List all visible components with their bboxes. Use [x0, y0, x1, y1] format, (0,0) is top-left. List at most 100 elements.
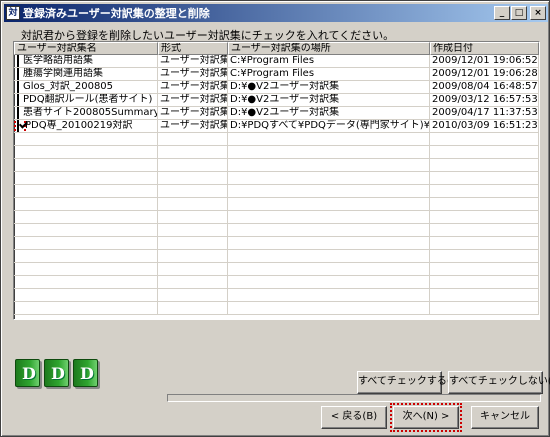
dialog-window: 対 登録済みユーザー対訳集の整理と削除 _ □ × 対訳君から登録を削除したいユ…: [0, 0, 550, 437]
cell-date: [430, 302, 539, 314]
cell-type: [158, 146, 228, 158]
cell-type: [158, 172, 228, 184]
row-checkbox[interactable]: [17, 68, 19, 80]
table-row[interactable]: PDQ翻訳ルール(患者サイト) ユーザー対訳集 D:¥●V2ユーザー対訳集 2009/…: [14, 94, 539, 107]
row-label: 医学略語用語集: [23, 55, 93, 66]
cell-location: [228, 263, 430, 275]
cell-name: 腫瘍学関連用語集: [14, 68, 158, 80]
cell-date: 2009/04/17 11:37:53: [432, 107, 539, 119]
row-checkbox[interactable]: [17, 120, 19, 132]
row-label: 患者サイト200805Summary対訳: [23, 107, 157, 118]
empty-row: [14, 250, 539, 263]
check-all-button[interactable]: すべてチェックする(A): [357, 371, 462, 394]
cell-date: 2010/03/09 16:51:23: [432, 120, 539, 132]
cell-date: [430, 198, 539, 210]
glossary-list[interactable]: ユーザー対訳集名 形式 ユーザー対訳集の場所 作成日付 医学略語用語集 ユーザー対…: [13, 41, 540, 320]
cell-type: [158, 237, 228, 249]
cell-name: [14, 289, 158, 301]
cell-type: [158, 263, 228, 275]
cell-date: 2009/12/01 19:06:28: [432, 68, 539, 80]
cell-location: [228, 289, 430, 301]
row-checkbox[interactable]: [17, 81, 19, 93]
table-row[interactable]: 腫瘍学関連用語集 ユーザー対訳集 C:¥Program Files 2009/12/0…: [14, 68, 539, 81]
maximize-button[interactable]: □: [511, 6, 527, 20]
uncheck-all-button[interactable]: すべてチェックしない(U): [448, 371, 550, 394]
cell-name: [14, 302, 158, 314]
glossary-book-icon: D: [44, 359, 69, 387]
title-bar[interactable]: 対 登録済みユーザー対訳集の整理と削除 _ □ ×: [4, 4, 548, 22]
column-header-date[interactable]: 作成日付: [430, 42, 539, 55]
empty-row: [14, 159, 539, 172]
cell-location: D:¥●V2ユーザー対訳集: [228, 94, 430, 106]
cell-date: 2009/03/12 16:57:53: [432, 94, 539, 106]
empty-row: [14, 185, 539, 198]
cell-location: C:¥Program Files: [228, 55, 430, 67]
cell-name: [14, 185, 158, 197]
back-button[interactable]: < 戻る(B): [321, 406, 387, 429]
cell-location: [228, 159, 430, 171]
cell-date: [430, 159, 539, 171]
cell-type: [158, 133, 228, 145]
cell-name: [14, 146, 158, 158]
cell-date: [430, 133, 539, 145]
cell-location: [228, 172, 430, 184]
cell-date: [430, 146, 539, 158]
cell-type: ユーザー対訳集: [160, 68, 228, 80]
table-row[interactable]: 患者サイト200805Summary対訳ユーザー対訳集D:¥●V2ユーザー対訳集…: [14, 107, 539, 120]
cell-date: [430, 211, 539, 223]
table-row[interactable]: Glos_対訳_200805 ユーザー対訳集 D:¥●V2ユーザー対訳集 2009/0…: [14, 81, 539, 94]
cell-name: [14, 276, 158, 288]
cell-name: PDQ翻訳ルール(患者サイト): [14, 94, 158, 106]
glossary-book-icon: D: [15, 359, 40, 387]
minimize-button[interactable]: _: [494, 6, 510, 20]
cell-name: PDQ専_20100219対訳: [14, 120, 158, 132]
row-label: 腫瘍学関連用語集: [23, 68, 103, 79]
row-checkbox[interactable]: [17, 107, 19, 119]
cell-location: D:¥PDQすべて¥PDQデータ(専門家サイト)¥●対訳集: [230, 120, 430, 132]
cell-location: C:¥Program Files: [228, 68, 430, 80]
cell-location: [228, 250, 430, 262]
table-row[interactable]: PDQ専_20100219対訳 ユーザー対訳集 D:¥PDQすべて¥PDQデータ(専…: [14, 120, 539, 133]
cell-location: [228, 302, 430, 314]
cell-name: [14, 237, 158, 249]
table-row[interactable]: 医学略語用語集 ユーザー対訳集 C:¥Program Files 2009/12/01…: [14, 55, 539, 68]
cell-name: 患者サイト200805Summary対訳: [14, 107, 158, 119]
cell-name: [14, 198, 158, 210]
cell-date: [430, 172, 539, 184]
cell-location: [228, 133, 430, 145]
cell-date: [430, 185, 539, 197]
cell-type: [158, 198, 228, 210]
cell-date: [430, 237, 539, 249]
row-label: Glos_対訳_200805: [23, 81, 114, 92]
next-button[interactable]: 次へ(N) >: [390, 403, 462, 432]
empty-row: [14, 133, 539, 146]
cell-name: [14, 159, 158, 171]
cell-date: [430, 250, 539, 262]
row-checkbox[interactable]: [17, 55, 19, 67]
app-icon: 対: [6, 6, 20, 20]
row-label: PDQ専_20100219対訳: [25, 120, 133, 131]
cell-name: [14, 172, 158, 184]
column-header-location[interactable]: ユーザー対訳集の場所: [228, 42, 430, 55]
cancel-button[interactable]: キャンセル: [471, 406, 539, 429]
title-buttons: _ □ ×: [493, 6, 546, 20]
cell-date: 2009/08/04 16:48:57: [432, 81, 539, 93]
book-icons: D D D: [15, 359, 98, 387]
cell-type: [158, 185, 228, 197]
cell-name: [14, 211, 158, 223]
column-header-type[interactable]: 形式: [158, 42, 228, 55]
empty-row: [14, 302, 539, 315]
cell-date: [430, 289, 539, 301]
cell-name: [14, 250, 158, 262]
empty-row: [14, 146, 539, 159]
cell-type: [158, 250, 228, 262]
empty-row: [14, 198, 539, 211]
row-checkbox[interactable]: [17, 94, 19, 106]
cell-type: ユーザー対訳集: [160, 81, 228, 93]
cell-location: [228, 146, 430, 158]
cell-type: ユーザー対訳集: [160, 107, 228, 119]
cell-location: D:¥●V2ユーザー対訳集: [228, 107, 430, 119]
column-header-name[interactable]: ユーザー対訳集名: [14, 42, 158, 55]
row-label: PDQ翻訳ルール(患者サイト): [23, 94, 153, 105]
close-button[interactable]: ×: [530, 6, 546, 20]
